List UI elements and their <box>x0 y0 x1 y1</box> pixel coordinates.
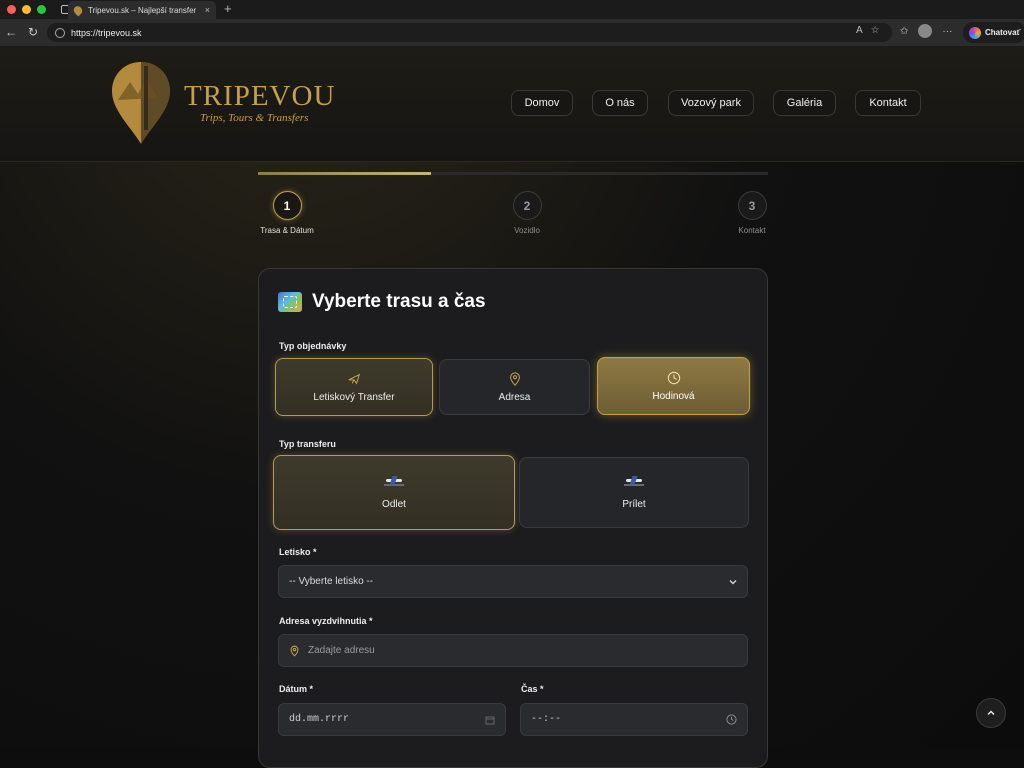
location-pin-icon <box>290 645 299 657</box>
step-2: 2 Vozidlo <box>498 191 556 235</box>
logo-subtitle: Trips, Tours & Transfers <box>200 112 309 124</box>
browser-tab-bar: Tripevou.sk – Najlepší transfer × + <box>0 0 1024 19</box>
profile-avatar[interactable] <box>918 24 933 38</box>
tab-close-icon[interactable]: × <box>205 5 210 15</box>
step-1: 1 Trasa & Dátum <box>258 191 316 235</box>
window-controls <box>7 5 46 14</box>
departure-plane-icon <box>384 475 404 487</box>
nav-about[interactable]: O nás <box>592 90 648 116</box>
transfer-type-departure[interactable]: Odlet <box>273 455 515 530</box>
reload-icon[interactable]: ↻ <box>26 25 40 39</box>
calendar-icon[interactable] <box>485 715 495 725</box>
order-type-airport[interactable]: Letiskový Transfer <box>275 358 433 416</box>
favorites-icon[interactable]: ✩ <box>900 26 908 37</box>
pickup-address-placeholder: Zadajte adresu <box>308 645 375 656</box>
transfer-type-arrival-label: Prílet <box>622 499 646 510</box>
form-title: Vyberte trasu a čas <box>312 291 486 312</box>
airport-label: Letisko * <box>279 547 317 557</box>
step-2-label: Vozidlo <box>514 226 540 235</box>
time-label: Čas * <box>521 684 544 694</box>
time-input[interactable]: --:-- <box>520 703 748 736</box>
copilot-button[interactable]: Chatovať <box>963 22 1024 43</box>
clock-icon[interactable] <box>726 714 737 725</box>
browser-toolbar: ← ↻ https://tripevou.sk A ☆ ✩ ··· Chatov… <box>0 19 1024 46</box>
address-bar[interactable]: https://tripevou.sk <box>47 23 892 42</box>
scroll-to-top-button[interactable] <box>976 698 1006 728</box>
progress-track <box>258 172 768 175</box>
chevron-down-icon <box>729 579 737 584</box>
favorite-star-icon[interactable]: ☆ <box>871 25 880 36</box>
copilot-label: Chatovať <box>985 28 1021 37</box>
logo-title: TRIPEVOU <box>184 80 336 112</box>
back-icon[interactable]: ← <box>4 25 18 39</box>
site-header: TRIPEVOU Trips, Tours & Transfers Domov … <box>0 46 1024 162</box>
arrival-plane-icon <box>624 475 644 487</box>
transfer-type-label: Typ transferu <box>279 439 336 449</box>
close-window-button[interactable] <box>7 5 16 14</box>
map-icon <box>278 292 302 312</box>
url-text: https://tripevou.sk <box>71 27 142 38</box>
order-type-address-label: Adresa <box>498 391 531 403</box>
browser-tab[interactable]: Tripevou.sk – Najlepší transfer × <box>68 1 216 19</box>
step-1-number: 1 <box>272 191 302 220</box>
nav-gallery[interactable]: Galéria <box>773 90 836 116</box>
nav-home[interactable]: Domov <box>511 90 573 116</box>
progress-fill <box>258 172 432 175</box>
airport-select-value: -- Vyberte letisko -- <box>289 576 374 587</box>
step-1-label: Trasa & Dátum <box>260 226 314 235</box>
order-type-label: Typ objednávky <box>279 341 347 351</box>
page-content: TRIPEVOU Trips, Tours & Transfers Domov … <box>0 46 1024 768</box>
transfer-type-arrival[interactable]: Prílet <box>519 457 749 528</box>
step-3-label: Kontakt <box>738 226 766 235</box>
pickup-address-input[interactable]: Zadajte adresu <box>278 634 748 667</box>
order-type-airport-label: Letiskový Transfer <box>313 391 395 403</box>
new-tab-button[interactable]: + <box>224 1 232 16</box>
favicon-icon <box>71 3 85 17</box>
nav-fleet[interactable]: Vozový park <box>668 90 754 116</box>
time-input-value: --:-- <box>531 714 562 725</box>
map-pin-logo-icon <box>112 62 170 144</box>
date-input[interactable]: dd.mm.rrrr <box>278 703 506 736</box>
read-aloud-icon[interactable]: A <box>856 25 863 36</box>
order-type-address[interactable]: Adresa <box>439 359 590 415</box>
step-3: 3 Kontakt <box>723 191 781 235</box>
minimize-window-button[interactable] <box>22 5 31 14</box>
copilot-icon <box>969 26 981 39</box>
chevron-up-icon <box>987 710 995 715</box>
order-type-hourly-label: Hodinová <box>652 390 695 402</box>
location-pin-icon <box>509 371 520 386</box>
pickup-address-label: Adresa vyzdvihnutia * <box>279 616 373 626</box>
date-input-value: dd.mm.rrrr <box>289 714 350 725</box>
site-info-icon[interactable] <box>55 27 65 38</box>
step-3-number: 3 <box>737 191 767 220</box>
route-form-card: Vyberte trasu a čas Typ objednávky Letis… <box>258 268 768 768</box>
date-label: Dátum * <box>279 684 314 694</box>
order-type-hourly[interactable]: Hodinová <box>597 357 750 415</box>
more-menu-icon[interactable]: ··· <box>942 26 952 37</box>
plane-icon <box>348 373 361 385</box>
airport-select[interactable]: -- Vyberte letisko -- <box>278 565 748 598</box>
tab-title: Tripevou.sk – Najlepší transfer <box>88 5 197 15</box>
site-logo[interactable]: TRIPEVOU Trips, Tours & Transfers <box>110 60 335 146</box>
maximize-window-button[interactable] <box>37 5 46 14</box>
transfer-type-departure-label: Odlet <box>382 499 406 510</box>
nav-contact[interactable]: Kontakt <box>855 90 921 116</box>
clock-icon <box>667 371 680 384</box>
step-2-number: 2 <box>512 191 542 220</box>
